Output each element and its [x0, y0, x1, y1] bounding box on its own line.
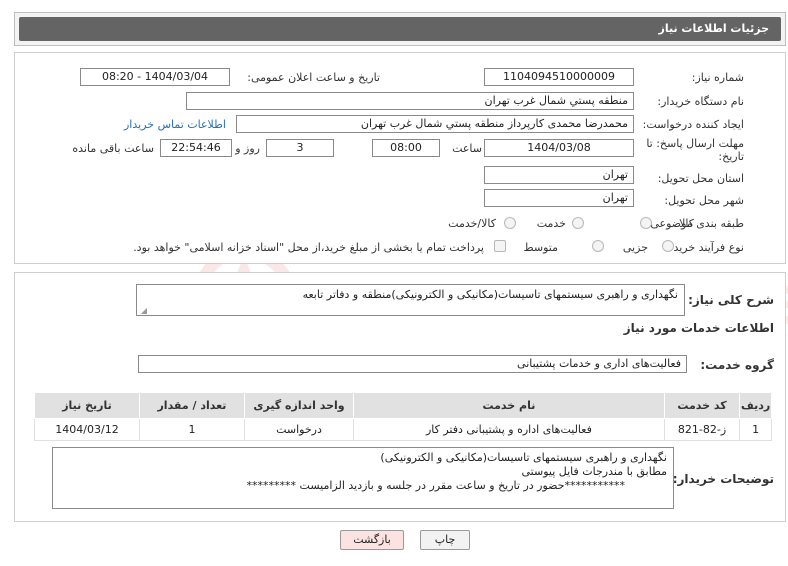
- services-table: ردیف کد خدمت نام خدمت واحد اندازه گیری ت…: [34, 392, 772, 441]
- announce-date-label: تاریخ و ساعت اعلان عمومی:: [247, 71, 380, 84]
- category-radio-service[interactable]: [572, 217, 584, 229]
- need-summary-label: شرح کلی نیاز:: [688, 293, 774, 307]
- city-field: تهران: [484, 189, 634, 207]
- deadline-label: مهلت ارسال پاسخ: تا: [646, 137, 744, 150]
- process-option-small: جزیی: [622, 241, 648, 254]
- province-label: استان محل تحویل:: [657, 172, 744, 185]
- deadline-date-label: تاریخ:: [718, 150, 744, 163]
- treasury-payment-note: پرداخت تمام یا بخشی از مبلغ خرید،از محل …: [133, 241, 484, 254]
- need-number-field: 1104094510000009: [484, 68, 634, 86]
- buyer-org-label: نام دستگاه خریدار:: [657, 95, 744, 108]
- buyer-org-field: منطقه پستي شمال غرب تهران: [186, 92, 634, 110]
- col-quantity: تعداد / مقدار: [139, 392, 245, 419]
- days-label: روز و: [235, 142, 260, 155]
- need-summary-text: نگهداری و راهبری سیستمهای تاسیسات(مکانیک…: [302, 288, 678, 301]
- cell-row-number: 1: [739, 418, 772, 441]
- announce-date-field: 1404/03/04 - 08:20: [80, 68, 230, 86]
- services-section-title: اطلاعات خدمات مورد نیاز: [623, 321, 774, 335]
- buyer-notes-label: توضیحات خریدار:: [672, 472, 774, 486]
- page-title: جزئیات اطلاعات نیاز: [658, 22, 770, 35]
- cell-need-date: 1404/03/12: [34, 418, 140, 441]
- buyer-notes-line-2: مطابق با مندرجات فایل پیوستی: [521, 465, 667, 478]
- cell-unit: درخواست: [243, 418, 355, 441]
- province-field: تهران: [484, 166, 634, 184]
- creator-field: محمدرضا محمدی کارپرداز منطقه پستي شمال غ…: [236, 115, 634, 133]
- days-field: 3: [266, 139, 334, 157]
- col-service-code: کد خدمت: [663, 392, 741, 419]
- service-group-label: گروه خدمت:: [700, 358, 774, 372]
- cell-service-name: فعالیت‌های اداره و پشتیبانی دفتر کار: [353, 418, 665, 441]
- category-option-both: کالا/خدمت: [448, 217, 496, 230]
- category-radio-both[interactable]: [504, 217, 516, 229]
- col-row-number: ردیف: [739, 392, 772, 419]
- service-group-field: فعالیت‌های اداری و خدمات پشتیبانی: [138, 355, 687, 373]
- deadline-date-field: 1404/03/08: [484, 139, 634, 157]
- cell-quantity: 1: [139, 418, 245, 441]
- deadline-time-field: 08:00: [372, 139, 440, 157]
- process-option-medium: متوسط: [523, 241, 558, 254]
- category-label: طبقه بندی موضوعی:: [646, 217, 744, 230]
- header-frame: جزئیات اطلاعات نیاز: [14, 12, 786, 46]
- category-option-service: خدمت: [536, 217, 566, 230]
- cell-service-code: ز-82-821: [663, 418, 741, 441]
- process-radio-small[interactable]: [662, 240, 674, 252]
- buyer-notes-box: نگهداری و راهبری سیستمهای تاسیسات(مکانیک…: [52, 447, 674, 509]
- services-table-header: ردیف کد خدمت نام خدمت واحد اندازه گیری ت…: [34, 392, 772, 419]
- header-bar: جزئیات اطلاعات نیاز: [19, 17, 781, 41]
- need-summary-box: نگهداری و راهبری سیستمهای تاسیسات(مکانیک…: [136, 284, 685, 316]
- remaining-time-field: 22:54:46: [160, 139, 232, 157]
- buyer-contact-link[interactable]: اطلاعات تماس خریدار: [124, 118, 226, 131]
- city-label: شهر محل تحویل:: [664, 194, 744, 207]
- col-unit: واحد اندازه گیری: [243, 392, 355, 419]
- col-need-date: تاریخ نیاز: [34, 392, 140, 419]
- table-row: 1 ز-82-821 فعالیت‌های اداره و پشتیبانی د…: [34, 418, 772, 441]
- print-button[interactable]: چاپ: [420, 530, 470, 550]
- creator-label: ایجاد کننده درخواست:: [642, 118, 744, 131]
- buyer-notes-line-3: ***********حضور در تاریخ و ساعت مقرر در …: [246, 479, 625, 492]
- category-radio-goods[interactable]: [640, 217, 652, 229]
- process-type-label: نوع فرآیند خرید :: [666, 241, 744, 254]
- col-service-name: نام خدمت: [353, 392, 665, 419]
- remaining-time-label: ساعت باقی مانده: [72, 142, 154, 155]
- process-radio-medium[interactable]: [592, 240, 604, 252]
- back-button[interactable]: بازگشت: [340, 530, 404, 550]
- deadline-time-label: ساعت: [452, 142, 482, 155]
- need-number-label: شماره نیاز:: [691, 71, 744, 84]
- buyer-notes-line-1: نگهداری و راهبری سیستمهای تاسیسات(مکانیک…: [380, 451, 667, 464]
- category-option-goods: کالا: [679, 217, 694, 230]
- treasury-checkbox[interactable]: [494, 240, 506, 252]
- resize-handle-icon: ◢: [140, 306, 147, 315]
